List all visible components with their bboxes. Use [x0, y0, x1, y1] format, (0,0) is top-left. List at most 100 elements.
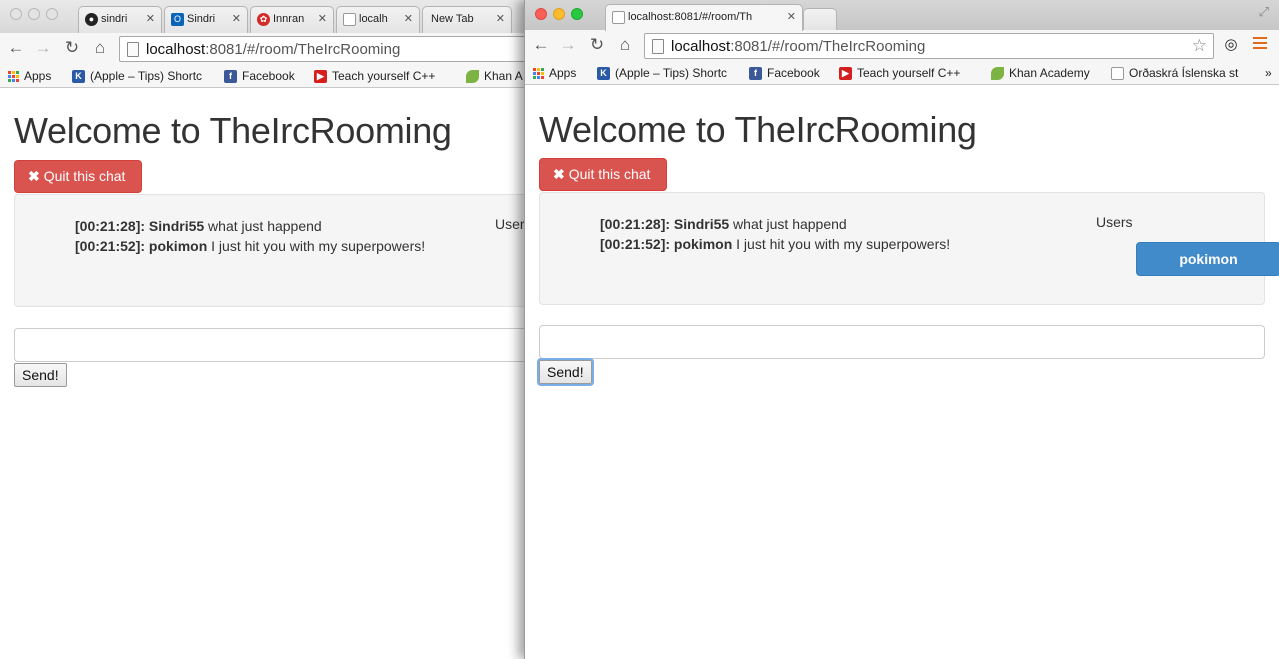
message-time: [00:21:28]: — [600, 216, 671, 232]
close-icon: ✖ — [553, 166, 565, 182]
bookmark-star-icon[interactable]: ☆ — [1192, 36, 1207, 56]
quit-chat-button[interactable]: ✖ Quit this chat — [14, 160, 142, 193]
bookmark-label: (Apple – Tips) Shortc — [90, 69, 203, 83]
bookmark-facebook[interactable]: f Facebook — [749, 66, 820, 80]
bookmark-teach-cpp[interactable]: ▶ Teach yourself C++ — [839, 66, 960, 80]
bookmark-apple-tips[interactable]: K (Apple – Tips) Shortc — [72, 69, 208, 83]
tab-github[interactable]: ● sindri ✕ — [78, 6, 162, 33]
send-button[interactable]: Send! — [14, 363, 67, 387]
tab-innra[interactable]: ✿ Innran ✕ — [250, 6, 334, 33]
close-icon[interactable]: ✕ — [318, 12, 327, 25]
outlook-icon: O — [171, 13, 184, 26]
message-text: I just hit you with my superpowers! — [732, 236, 951, 252]
menu-icon[interactable] — [1253, 37, 1267, 52]
tab-localhost[interactable]: localh ✕ — [336, 6, 420, 33]
tab-label: New Tab — [431, 13, 474, 25]
quit-chat-button[interactable]: ✖ Quit this chat — [539, 158, 667, 191]
navigation-toolbar: ← → ↻ ⌂ localhost:8081/#/room/TheIrcRoom… — [0, 33, 560, 64]
user-list-item[interactable]: pokimon — [1136, 242, 1279, 276]
zoom-window-button[interactable] — [46, 8, 58, 20]
page-icon — [1111, 66, 1124, 80]
message: [00:21:52]: pokimon I just hit you with … — [600, 234, 950, 254]
message-user: pokimon — [148, 238, 208, 254]
close-window-button[interactable] — [10, 8, 22, 20]
page-title: Welcome to TheIrcRooming — [539, 109, 977, 150]
tab-label: Sindri — [187, 13, 216, 25]
tab-label: localh — [359, 13, 388, 25]
bookmark-label: Orðaskrá Íslenska st — [1129, 66, 1239, 80]
close-icon[interactable]: ✕ — [404, 12, 413, 25]
k-icon: K — [72, 69, 85, 83]
message-time: [00:21:52]: — [600, 236, 671, 252]
extension-icon[interactable]: ◎ — [1221, 36, 1241, 54]
forward-arrow-icon[interactable]: → — [558, 36, 578, 54]
close-icon[interactable]: ✕ — [146, 12, 155, 25]
bookmark-apple-tips[interactable]: K (Apple – Tips) Shortc — [597, 66, 733, 80]
bookmark-khan[interactable]: Khan A — [466, 69, 523, 83]
fullscreen-icon[interactable]: ⤢ — [1259, 4, 1269, 20]
message: [00:21:28]: Sindri55 what just happend — [75, 216, 425, 236]
message: [00:21:52]: pokimon I just hit you with … — [75, 236, 425, 256]
navigation-toolbar: ← → ↻ ⌂ localhost:8081/#/room/TheIrcRoom… — [525, 30, 1279, 61]
url-host: localhost — [671, 38, 731, 55]
tab-new-tab[interactable]: New Tab ✕ — [422, 6, 512, 33]
browser-window-right: localhost:8081/#/room/Th ✕ ⤢ ← → ↻ ⌂ loc… — [524, 0, 1279, 659]
minimize-window-button[interactable] — [553, 8, 565, 20]
address-bar[interactable]: localhost:8081/#/room/TheIrcRooming ☆ — [644, 33, 1214, 59]
k-icon: K — [597, 66, 610, 80]
back-arrow-icon[interactable]: ← — [531, 36, 551, 54]
chat-panel: [00:21:28]: Sindri55 what just happend [… — [539, 192, 1279, 305]
close-icon[interactable]: ✕ — [232, 12, 241, 25]
close-icon[interactable]: ✕ — [787, 10, 796, 23]
bookmark-label: Apps — [549, 66, 577, 80]
bookmark-apps[interactable]: Apps — [533, 66, 576, 80]
bookmark-khan[interactable]: Khan Academy — [991, 66, 1090, 80]
chat-panel: [00:21:28]: Sindri55 what just happend [… — [14, 194, 560, 307]
window-controls — [10, 8, 58, 20]
reload-icon[interactable]: ↻ — [62, 39, 82, 57]
tab-outlook[interactable]: O Sindri ✕ — [164, 6, 248, 33]
close-icon[interactable]: ✕ — [496, 12, 505, 25]
address-bar[interactable]: localhost:8081/#/room/TheIrcRooming — [119, 36, 539, 62]
home-icon[interactable]: ⌂ — [615, 36, 635, 54]
reload-icon[interactable]: ↻ — [587, 36, 607, 54]
url-path: :8081/#/room/TheIrcRooming — [730, 38, 926, 55]
users-heading: Users — [1096, 214, 1133, 230]
message-user: Sindri55 — [673, 216, 730, 232]
minimize-window-button[interactable] — [28, 8, 40, 20]
tab-localhost-room[interactable]: localhost:8081/#/room/Th ✕ — [605, 4, 803, 31]
send-button[interactable]: Send! — [539, 360, 592, 384]
bookmark-label: Facebook — [767, 66, 820, 80]
message-text: what just happend — [204, 218, 322, 234]
bookmark-label: Teach yourself C++ — [857, 66, 961, 80]
tab-label: Innran — [273, 13, 305, 25]
message-time: [00:21:52]: — [75, 238, 146, 254]
bookmark-label: (Apple – Tips) Shortc — [615, 66, 728, 80]
tab-strip: ● sindri ✕ O Sindri ✕ ✿ Innran ✕ localh … — [0, 0, 560, 33]
quit-label: Quit this chat — [43, 168, 126, 184]
message-input[interactable] — [14, 328, 560, 362]
new-tab-button[interactable] — [803, 8, 837, 30]
message-text: what just happend — [729, 216, 847, 232]
bookmark-ordaskra[interactable]: Orðaskrá Íslenska st — [1111, 66, 1257, 80]
bookmarks-bar: Apps K (Apple – Tips) Shortc f Facebook … — [0, 64, 560, 88]
bookmark-label: Khan A — [484, 69, 523, 83]
window-controls — [535, 8, 583, 20]
message-input[interactable] — [539, 325, 1265, 359]
leaf-icon — [466, 69, 479, 83]
bookmark-teach-cpp[interactable]: ▶ Teach yourself C++ — [314, 69, 435, 83]
message-user: pokimon — [673, 236, 733, 252]
close-window-button[interactable] — [535, 8, 547, 20]
apps-grid-icon — [533, 67, 544, 79]
close-icon: ✖ — [28, 168, 40, 184]
bookmark-label: Teach yourself C++ — [332, 69, 436, 83]
forward-arrow-icon[interactable]: → — [33, 39, 53, 57]
bookmark-apps[interactable]: Apps — [8, 69, 51, 83]
facebook-icon: f — [224, 69, 237, 83]
more-bookmarks-chevron-icon[interactable]: » — [1265, 66, 1272, 80]
home-icon[interactable]: ⌂ — [90, 39, 110, 57]
zoom-window-button[interactable] — [571, 8, 583, 20]
youtube-icon: ▶ — [839, 66, 852, 80]
bookmark-facebook[interactable]: f Facebook — [224, 69, 295, 83]
back-arrow-icon[interactable]: ← — [6, 39, 26, 57]
